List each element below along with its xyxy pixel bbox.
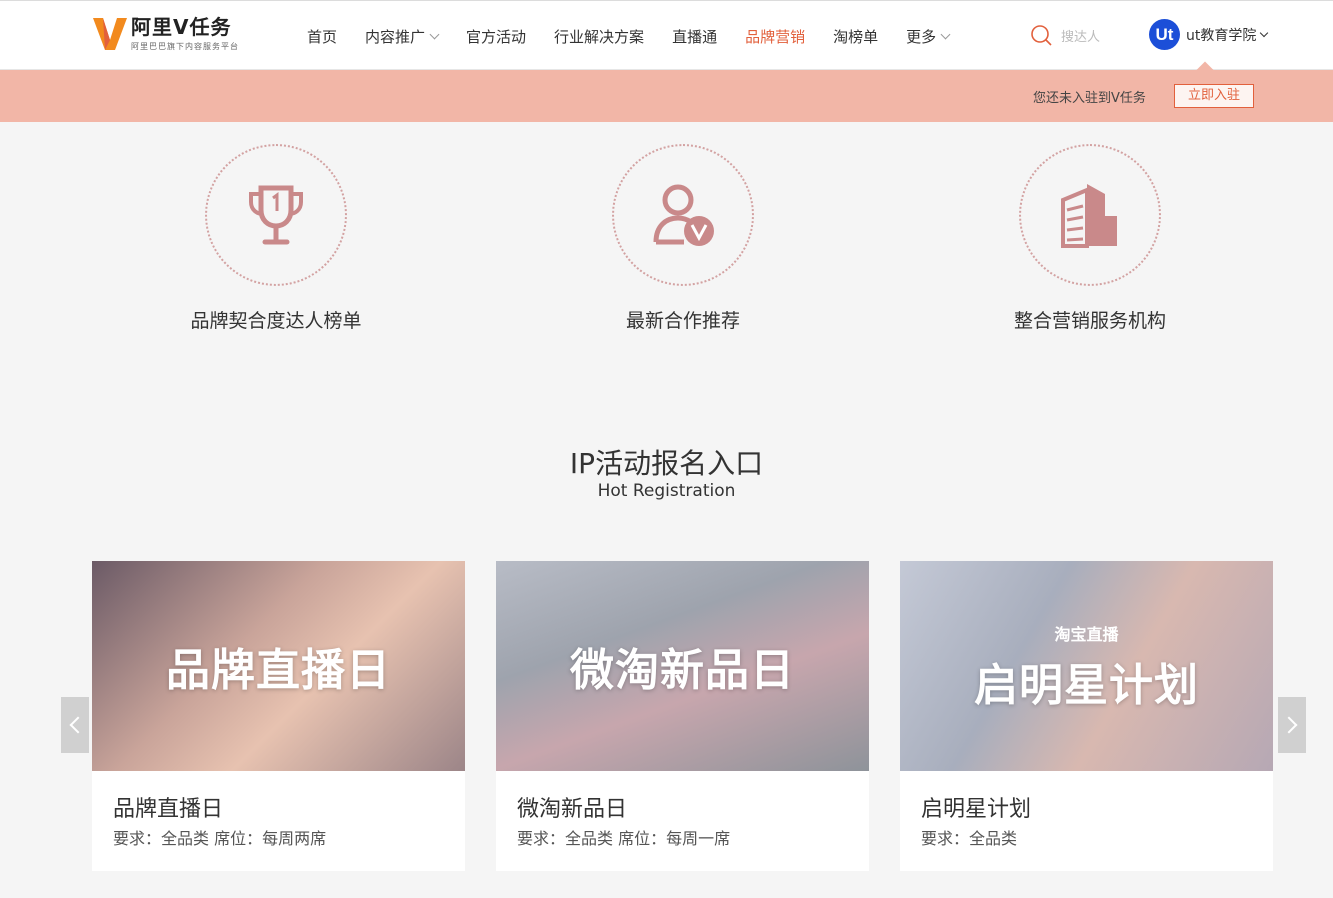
feature-circle[interactable] <box>1019 144 1161 286</box>
card-title[interactable]: 启明星计划 <box>921 791 1031 823</box>
v-logo-icon <box>93 18 127 50</box>
chevron-down-icon <box>1260 28 1269 37</box>
nav-item-home[interactable]: 首页 <box>307 26 337 47</box>
trophy-icon <box>249 185 303 245</box>
nav-label: 更多 <box>906 27 937 46</box>
building-icon <box>1061 184 1117 248</box>
card-image-text: 品牌直播日 <box>166 645 391 696</box>
feature-label[interactable]: 整合营销服务机构 <box>970 306 1210 333</box>
section-title: IP活动报名入口 <box>569 447 764 480</box>
nav-label: 官方活动 <box>466 27 527 46</box>
card-image-text: 微淘新品日 <box>570 645 795 696</box>
carousel-prev-button[interactable] <box>61 697 89 753</box>
card-image[interactable]: 微淘新品日 <box>496 561 869 771</box>
nav-item-more[interactable]: 更多 <box>906 26 951 47</box>
search-icon <box>1031 25 1052 46</box>
feature-circle[interactable] <box>205 144 347 286</box>
card-title[interactable]: 微淘新品日 <box>517 791 627 823</box>
nav-label: 直播通 <box>672 27 718 46</box>
nav-item-brand-marketing[interactable]: 品牌营销 <box>745 26 805 47</box>
feature-agencies[interactable]: 整合营销服务机构 <box>970 144 1210 333</box>
nav-item-industry-solutions[interactable]: 行业解决方案 <box>554 26 644 47</box>
logo-subtitle: 阿里巴巴旗下内容服务平台 <box>131 42 239 51</box>
card-title[interactable]: 品牌直播日 <box>113 791 223 823</box>
search-input[interactable]: 搜达人 <box>1061 26 1100 45</box>
join-notice-bar: 您还未入驻到V任务 立即入驻 <box>0 61 1333 122</box>
feature-label[interactable]: 最新合作推荐 <box>563 306 803 333</box>
notice-text: 您还未入驻到V任务 <box>1033 91 1146 106</box>
section-subtitle: Hot Registration <box>597 481 736 501</box>
user-name[interactable]: ut教育学院 <box>1186 25 1256 45</box>
activity-card[interactable]: 品牌直播日 品牌直播日 要求：全品类 席位：每周两席 <box>92 561 465 871</box>
nav-label: 品牌营销 <box>745 27 806 46</box>
main-nav: 首页 内容推广 官方活动 行业解决方案 直播通 品牌营销 淘榜单 更多 <box>293 1 963 71</box>
card-requirement: 要求：全品类 席位：每周一席 <box>517 829 731 848</box>
card-image[interactable]: 品牌直播日 <box>92 561 465 771</box>
nav-label: 淘榜单 <box>833 27 879 46</box>
card-requirement: 要求：全品类 席位：每周两席 <box>113 829 327 848</box>
logo-title: 阿里V任务 <box>131 15 232 39</box>
card-image[interactable]: 淘宝直播 启明星计划 <box>900 561 1273 771</box>
join-now-button[interactable]: 立即入驻 <box>1174 84 1254 108</box>
nav-item-taobao-rankings[interactable]: 淘榜单 <box>833 26 878 47</box>
logo[interactable]: 阿里V任务 阿里巴巴旗下内容服务平台 <box>93 14 243 54</box>
chevron-down-icon <box>940 29 951 39</box>
avatar[interactable]: Ut <box>1149 19 1180 50</box>
nav-label: 首页 <box>307 27 338 46</box>
user-menu[interactable]: Ut ut教育学院 <box>1149 19 1269 50</box>
activity-card[interactable]: 微淘新品日 微淘新品日 要求：全品类 席位：每周一席 <box>496 561 869 871</box>
feature-ranking[interactable]: 品牌契合度达人榜单 <box>156 144 396 333</box>
chevron-right-icon <box>1280 716 1298 734</box>
nav-item-content-promotion[interactable]: 内容推广 <box>365 26 440 47</box>
chevron-down-icon <box>429 29 440 39</box>
carousel-next-button[interactable] <box>1278 697 1306 753</box>
feature-recommend[interactable]: 最新合作推荐 <box>563 144 803 333</box>
chevron-left-icon <box>69 716 87 734</box>
search-box[interactable]: 搜达人 <box>1030 24 1100 46</box>
user-v-icon <box>653 184 714 246</box>
activity-card[interactable]: 淘宝直播 启明星计划 启明星计划 要求：全品类 <box>900 561 1273 871</box>
feature-label[interactable]: 品牌契合度达人榜单 <box>156 306 396 333</box>
nav-label: 行业解决方案 <box>554 27 645 46</box>
nav-label: 内容推广 <box>365 27 426 46</box>
feature-circle[interactable] <box>612 144 754 286</box>
card-image-text: 启明星计划 <box>974 660 1199 711</box>
nav-item-official-events[interactable]: 官方活动 <box>466 26 526 47</box>
card-requirement: 要求：全品类 <box>921 829 1018 848</box>
nav-item-live[interactable]: 直播通 <box>672 26 717 47</box>
top-header: 阿里V任务 阿里巴巴旗下内容服务平台 首页 内容推广 官方活动 行业解决方案 直… <box>0 0 1333 70</box>
